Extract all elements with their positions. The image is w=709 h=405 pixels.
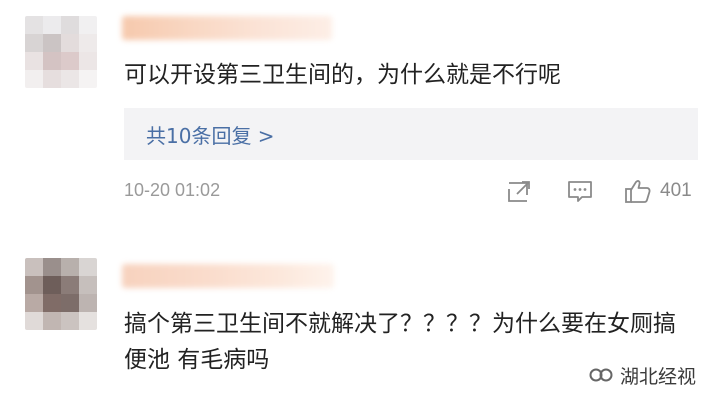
view-replies-link[interactable]: 共10条回复 > bbox=[146, 120, 275, 149]
comment-meta-row: 10-20 01:02 401 bbox=[124, 174, 698, 208]
watermark-label: 湖北经视 bbox=[620, 365, 697, 388]
share-icon[interactable] bbox=[506, 178, 534, 204]
replies-box[interactable]: 共10条回复 > bbox=[124, 108, 698, 160]
comment-text: 可以开设第三卫生间的，为什么就是不行呢 bbox=[124, 62, 561, 88]
like-icon[interactable] bbox=[624, 178, 652, 204]
avatar[interactable] bbox=[25, 16, 97, 88]
wechat-channel-icon bbox=[589, 368, 613, 382]
avatar[interactable] bbox=[25, 258, 97, 330]
watermark: 湖北经视 bbox=[588, 360, 696, 390]
username-blurred[interactable] bbox=[122, 16, 332, 40]
like-count: 401 bbox=[660, 180, 692, 201]
timestamp: 10-20 01:02 bbox=[124, 180, 221, 200]
comment-icon[interactable] bbox=[566, 178, 594, 204]
username-blurred[interactable] bbox=[122, 264, 334, 288]
